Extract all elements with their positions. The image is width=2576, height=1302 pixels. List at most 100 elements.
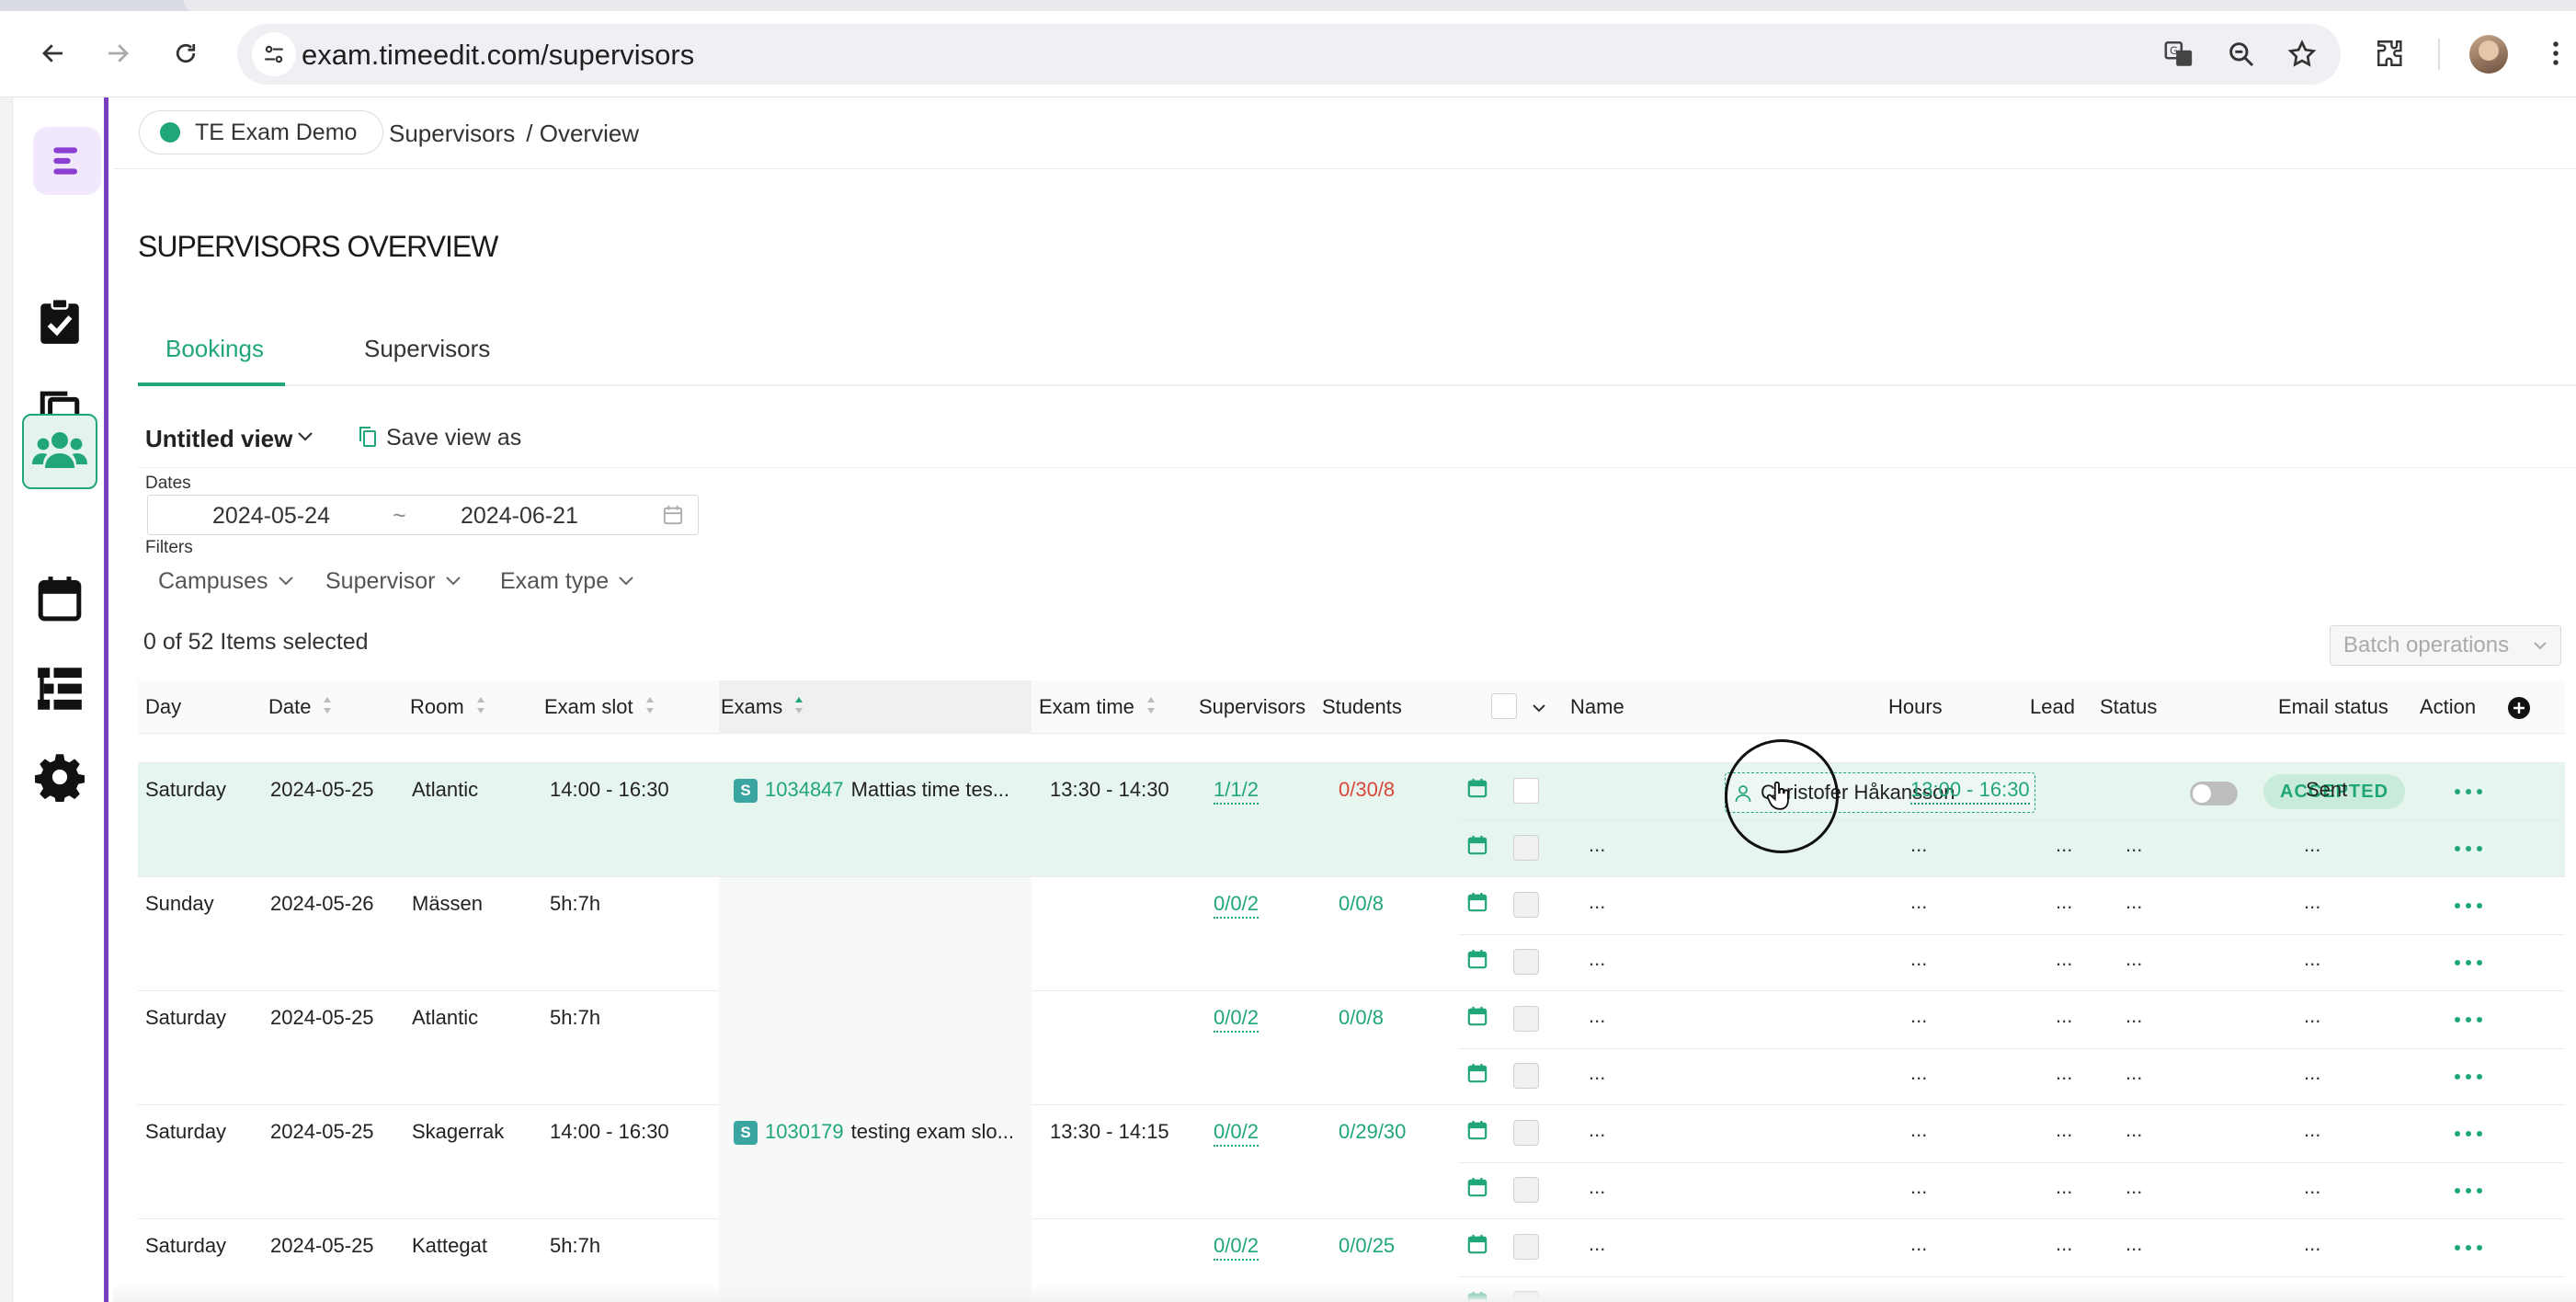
- supervisors-count[interactable]: 0/0/2: [1214, 1234, 1259, 1261]
- filter-supervisor[interactable]: Supervisor: [325, 568, 462, 595]
- calendar-icon[interactable]: [1467, 778, 1487, 803]
- sort-icon[interactable]: [644, 695, 655, 715]
- chevron-down-icon[interactable]: [1532, 701, 1546, 717]
- lead-toggle[interactable]: [2190, 782, 2238, 805]
- select-all-checkbox[interactable]: [1491, 693, 1517, 719]
- sidebar-item-supervisors[interactable]: [22, 414, 97, 489]
- filter-campuses[interactable]: Campuses: [158, 568, 294, 595]
- row-checkbox[interactable]: [1513, 778, 1539, 804]
- calendar-icon[interactable]: [663, 505, 683, 530]
- save-view-button[interactable]: Save view as: [359, 425, 521, 454]
- col-room-label: Room: [410, 695, 464, 718]
- more-actions-icon[interactable]: [2455, 903, 2488, 908]
- sidebar-item-exams[interactable]: [22, 285, 97, 360]
- view-selector[interactable]: Untitled view: [145, 425, 292, 453]
- row-checkbox[interactable]: [1513, 1120, 1539, 1146]
- sidebar-item-lists[interactable]: [22, 653, 97, 728]
- table-row[interactable]: Sunday 2024-05-26 Mässen 5h:7h 0/0/2 0/0/8...…: [138, 877, 2565, 991]
- col-date[interactable]: Date: [268, 695, 333, 719]
- calendar-icon[interactable]: [1467, 1177, 1487, 1202]
- list-icon: [36, 666, 84, 716]
- cell-supervisors[interactable]: 0/0/2: [1214, 1120, 1259, 1147]
- supervisors-count[interactable]: 0/0/2: [1214, 892, 1259, 919]
- hours-placeholder: ...: [1910, 1232, 1928, 1255]
- tab-bookings[interactable]: Bookings: [165, 335, 264, 363]
- bookmark-star-icon[interactable]: [2280, 32, 2324, 76]
- more-actions-icon[interactable]: [2455, 1245, 2488, 1251]
- supervisors-count[interactable]: 0/0/2: [1214, 1006, 1259, 1033]
- cell-exams[interactable]: S 1030179 testing exam slo...: [734, 1120, 1014, 1145]
- supervisors-count[interactable]: 1/1/2: [1214, 778, 1259, 805]
- start-date[interactable]: 2024-05-24: [212, 503, 330, 530]
- table-row[interactable]: Saturday 2024-05-25 Atlantic 5h:7h 0/0/2 0/0/…: [138, 991, 2565, 1105]
- date-range-picker[interactable]: 2024-05-24 ~ 2024-06-21: [147, 495, 699, 535]
- supervisors-count[interactable]: 0/0/2: [1214, 1120, 1259, 1147]
- col-exams[interactable]: Exams: [721, 695, 804, 719]
- dates-label: Dates: [145, 474, 191, 493]
- app-logo-icon[interactable]: [33, 127, 101, 195]
- calendar-icon[interactable]: [1467, 1006, 1487, 1031]
- sort-asc-icon[interactable]: [793, 695, 804, 715]
- more-actions-icon[interactable]: [2455, 1017, 2488, 1022]
- col-exam-slot[interactable]: Exam slot: [544, 695, 655, 719]
- calendar-icon[interactable]: [1467, 949, 1487, 974]
- hours-cell[interactable]: 13:00 - 16:30: [1910, 778, 2030, 805]
- more-actions-icon[interactable]: [2455, 1188, 2488, 1194]
- site-settings-icon[interactable]: [252, 32, 296, 76]
- address-bar[interactable]: exam.timeedit.com/supervisors G: [237, 24, 2341, 85]
- row-checkbox[interactable]: [1513, 949, 1539, 975]
- add-column-icon[interactable]: [2508, 697, 2530, 719]
- exam-id-link[interactable]: 1030179: [765, 1120, 844, 1143]
- table-row[interactable]: Saturday 2024-05-25 Atlantic 14:00 - 16:30 S…: [138, 763, 2565, 877]
- sidebar-item-settings[interactable]: [22, 741, 97, 817]
- sort-icon[interactable]: [475, 695, 486, 715]
- cell-supervisors[interactable]: 0/0/2: [1214, 892, 1259, 919]
- col-room[interactable]: Room: [410, 695, 486, 719]
- row-checkbox[interactable]: [1513, 1006, 1539, 1032]
- exam-id-link[interactable]: 1034847: [765, 778, 844, 801]
- row-checkbox[interactable]: [1513, 1234, 1539, 1260]
- tab-supervisors[interactable]: Supervisors: [364, 335, 490, 363]
- more-actions-icon[interactable]: [2455, 846, 2488, 851]
- row-checkbox[interactable]: [1513, 1063, 1539, 1089]
- email-placeholder: ...: [2304, 890, 2321, 913]
- extensions-icon[interactable]: [2368, 31, 2412, 75]
- more-actions-icon[interactable]: [2455, 789, 2488, 794]
- email-placeholder: ...: [2304, 1175, 2321, 1198]
- browser-menu-icon[interactable]: [2534, 31, 2576, 75]
- chevron-down-icon[interactable]: [296, 430, 314, 448]
- back-icon[interactable]: [31, 31, 75, 75]
- more-actions-icon[interactable]: [2455, 960, 2488, 965]
- zoom-icon[interactable]: [2219, 32, 2263, 76]
- url-text[interactable]: exam.timeedit.com/supervisors: [302, 39, 694, 72]
- end-date[interactable]: 2024-06-21: [461, 503, 578, 530]
- calendar-icon[interactable]: [1467, 1120, 1487, 1145]
- translate-icon[interactable]: G: [2157, 32, 2201, 76]
- calendar-icon[interactable]: [1467, 892, 1487, 917]
- breadcrumb-supervisors[interactable]: Supervisors: [389, 120, 515, 147]
- reload-icon[interactable]: [164, 31, 208, 75]
- calendar-icon[interactable]: [1467, 835, 1487, 860]
- row-checkbox[interactable]: [1513, 1177, 1539, 1203]
- forward-icon[interactable]: [96, 31, 140, 75]
- table-row[interactable]: Saturday 2024-05-25 Skagerrak 14:00 - 16:30…: [138, 1105, 2565, 1219]
- sidebar-item-calendar[interactable]: [22, 563, 97, 638]
- calendar-icon[interactable]: [1467, 1234, 1487, 1259]
- row-checkbox[interactable]: [1513, 892, 1539, 918]
- filter-exam-type[interactable]: Exam type: [500, 568, 634, 595]
- cell-exams[interactable]: S 1034847 Mattias time tes...: [734, 778, 1009, 803]
- more-actions-icon[interactable]: [2455, 1074, 2488, 1079]
- batch-operations-button[interactable]: Batch operations: [2330, 625, 2561, 666]
- row-checkbox[interactable]: [1513, 835, 1539, 861]
- sort-icon[interactable]: [1146, 695, 1157, 715]
- cell-supervisors[interactable]: 0/0/2: [1214, 1006, 1259, 1033]
- calendar-icon[interactable]: [1467, 1063, 1487, 1088]
- org-selector[interactable]: TE Exam Demo: [139, 110, 384, 154]
- cell-supervisors[interactable]: 1/1/2: [1214, 778, 1259, 805]
- profile-avatar[interactable]: [2469, 35, 2508, 74]
- col-exam-time[interactable]: Exam time: [1039, 695, 1157, 719]
- cell-supervisors[interactable]: 0/0/2: [1214, 1234, 1259, 1261]
- hours-value[interactable]: 13:00 - 16:30: [1910, 778, 2030, 805]
- more-actions-icon[interactable]: [2455, 1131, 2488, 1136]
- sort-icon[interactable]: [322, 695, 333, 715]
